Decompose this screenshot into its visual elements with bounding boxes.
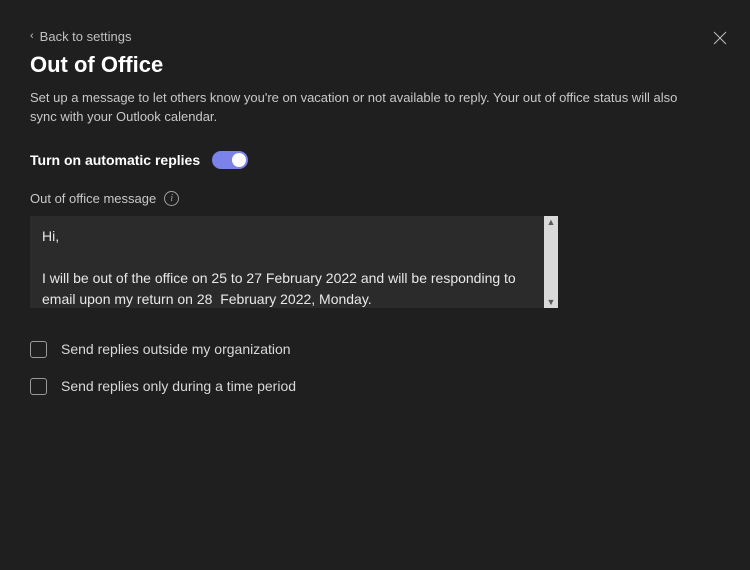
- auto-replies-toggle[interactable]: [212, 151, 248, 169]
- page-title: Out of Office: [30, 52, 720, 78]
- out-of-office-message-input[interactable]: [30, 216, 544, 308]
- page-description: Set up a message to let others know you'…: [30, 88, 680, 127]
- scroll-down-arrow-icon[interactable]: ▼: [544, 296, 558, 308]
- scroll-up-arrow-icon[interactable]: ▲: [544, 216, 558, 228]
- auto-replies-label: Turn on automatic replies: [30, 152, 200, 168]
- toggle-knob: [232, 153, 246, 167]
- message-label: Out of office message: [30, 191, 156, 206]
- close-button[interactable]: [710, 28, 730, 48]
- chevron-left-icon: ‹: [30, 30, 34, 42]
- time-period-label: Send replies only during a time period: [61, 378, 296, 394]
- time-period-checkbox[interactable]: [30, 378, 47, 395]
- info-icon[interactable]: i: [164, 191, 179, 206]
- outside-org-checkbox[interactable]: [30, 341, 47, 358]
- close-icon: [713, 31, 727, 45]
- time-period-option[interactable]: Send replies only during a time period: [30, 378, 720, 395]
- outside-org-option[interactable]: Send replies outside my organization: [30, 341, 720, 358]
- back-label: Back to settings: [40, 29, 132, 44]
- scrollbar[interactable]: ▲ ▼: [544, 216, 558, 308]
- outside-org-label: Send replies outside my organization: [61, 341, 291, 357]
- back-to-settings-link[interactable]: ‹ Back to settings: [30, 29, 131, 44]
